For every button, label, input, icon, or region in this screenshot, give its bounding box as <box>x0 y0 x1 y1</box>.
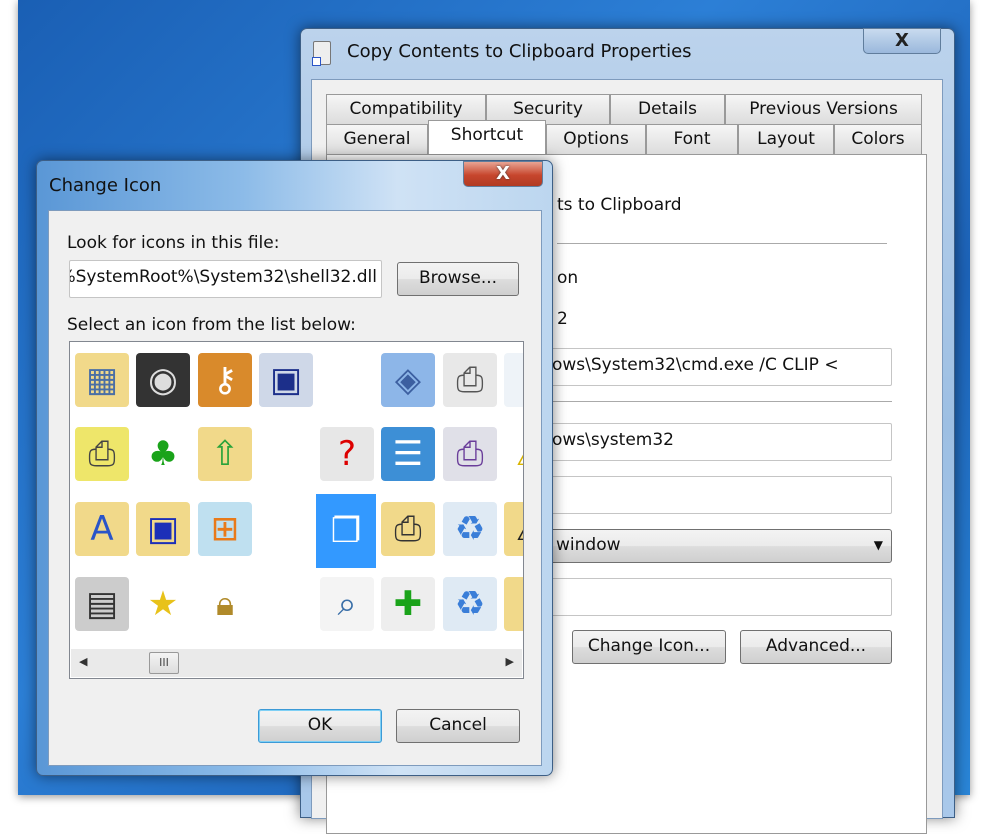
tab-options[interactable]: Options <box>546 124 646 154</box>
shortcut-key-input[interactable] <box>547 476 892 514</box>
tab-font[interactable]: Font <box>646 124 738 154</box>
scroll-thumb[interactable]: III <box>149 652 179 674</box>
server-icon[interactable]: ▤ <box>75 577 129 631</box>
comment-input[interactable] <box>547 578 892 616</box>
add-printer-icon[interactable]: ✚ <box>381 577 435 631</box>
ok-button[interactable]: OK <box>258 709 382 743</box>
cd-drive-icon[interactable]: ◉ <box>136 353 190 407</box>
target-type-value: on <box>557 268 579 288</box>
folder-partial-icon[interactable]: ▮ <box>504 577 523 631</box>
properties-title: Copy Contents to Clipboard Properties <box>347 41 692 62</box>
star-icon[interactable]: ★ <box>136 577 190 631</box>
tab-layout[interactable]: Layout <box>738 124 834 154</box>
divider <box>547 401 892 402</box>
tab-shortcut[interactable]: Shortcut <box>428 120 546 154</box>
horizontal-scrollbar[interactable]: ◀ III ▶ <box>71 649 522 677</box>
shortcut-name: ts to Clipboard <box>557 195 682 215</box>
tree-icon[interactable]: ♣ <box>136 427 190 481</box>
tab-general[interactable]: General <box>326 124 428 154</box>
tab-details[interactable]: Details <box>610 94 725 124</box>
recycle-bin-full-icon[interactable]: ♻ <box>443 502 497 556</box>
target-location-value: 2 <box>557 309 568 329</box>
lock-icon[interactable]: 🔒︎ <box>198 577 252 631</box>
cancel-button[interactable]: Cancel <box>396 709 520 743</box>
printers-folder-icon[interactable]: ⎙ <box>381 502 435 556</box>
recycle-bin-empty-icon[interactable]: ♻ <box>443 577 497 631</box>
look-for-label: Look for icons in this file: <box>67 233 280 253</box>
change-icon-close-button[interactable]: X <box>463 161 543 187</box>
fonts-folder-icon[interactable]: A <box>75 502 129 556</box>
control-panel-icon[interactable]: ☰ <box>381 427 435 481</box>
copy-documents-icon[interactable]: ❐ <box>316 494 376 568</box>
icon-file-input[interactable]: %SystemRoot%\System32\shell32.dll <box>69 260 382 298</box>
change-icon-body: Look for icons in this file: %SystemRoot… <box>48 210 542 766</box>
network-printer-icon[interactable]: ⎙ <box>443 353 497 407</box>
key-icon[interactable]: ⚷ <box>198 353 252 407</box>
start-in-input[interactable]: ows\system32 <box>547 423 892 461</box>
properties-close-button[interactable]: X <box>863 28 941 54</box>
image-magnifier-icon[interactable]: ◈ <box>381 353 435 407</box>
chevron-down-icon: ▼ <box>873 538 883 552</box>
warning-partial-icon[interactable]: ⚠ <box>504 427 523 481</box>
run-select[interactable]: window ▼ <box>547 529 892 563</box>
network-computer-icon[interactable]: ▣ <box>259 353 313 407</box>
shortcut-app-icon <box>312 41 331 66</box>
icon-list[interactable]: ▦◉⚷▣◈⎙▯⎙♣⇧?☰⎙⚠A▣⊞❐⎙♻⚠▤★🔒︎⌕✚♻▮ ◀ III ▶ <box>69 341 524 679</box>
target-input[interactable]: ows\System32\cmd.exe /C CLIP < <box>547 348 892 386</box>
scroll-left-icon[interactable]: ◀ <box>79 655 87 668</box>
change-icon-title: Change Icon <box>49 175 162 196</box>
control-panel-folder-icon[interactable]: ▦ <box>75 353 129 407</box>
select-icon-label: Select an icon from the list below: <box>67 315 356 335</box>
unknown-device-icon[interactable]: ? <box>320 427 374 481</box>
print-to-file-icon[interactable]: ⎙ <box>443 427 497 481</box>
folder-upload-icon[interactable]: ⇧ <box>198 427 252 481</box>
advanced-button[interactable]: Advanced... <box>740 630 892 664</box>
computer-folder-icon[interactable]: ▣ <box>136 502 190 556</box>
run-select-value: window <box>556 535 621 555</box>
browse-button[interactable]: Browse... <box>397 262 519 296</box>
icon-file-value: %SystemRoot%\System32\shell32.dll <box>69 267 377 287</box>
scroll-right-icon[interactable]: ▶ <box>506 655 514 668</box>
warning-folder-partial-icon[interactable]: ⚠ <box>504 502 523 556</box>
tab-previous-versions[interactable]: Previous Versions <box>725 94 922 124</box>
divider <box>557 243 887 244</box>
windows-update-icon[interactable]: ⊞ <box>198 502 252 556</box>
change-icon-button[interactable]: Change Icon... <box>572 630 726 664</box>
change-icon-dialog: Change Icon X Look for icons in this fil… <box>36 160 553 776</box>
printer-folder-icon[interactable]: ⎙ <box>75 427 129 481</box>
recycle-partial-icon[interactable]: ▯ <box>504 353 523 407</box>
tab-colors[interactable]: Colors <box>834 124 922 154</box>
search-document-icon[interactable]: ⌕ <box>320 577 374 631</box>
